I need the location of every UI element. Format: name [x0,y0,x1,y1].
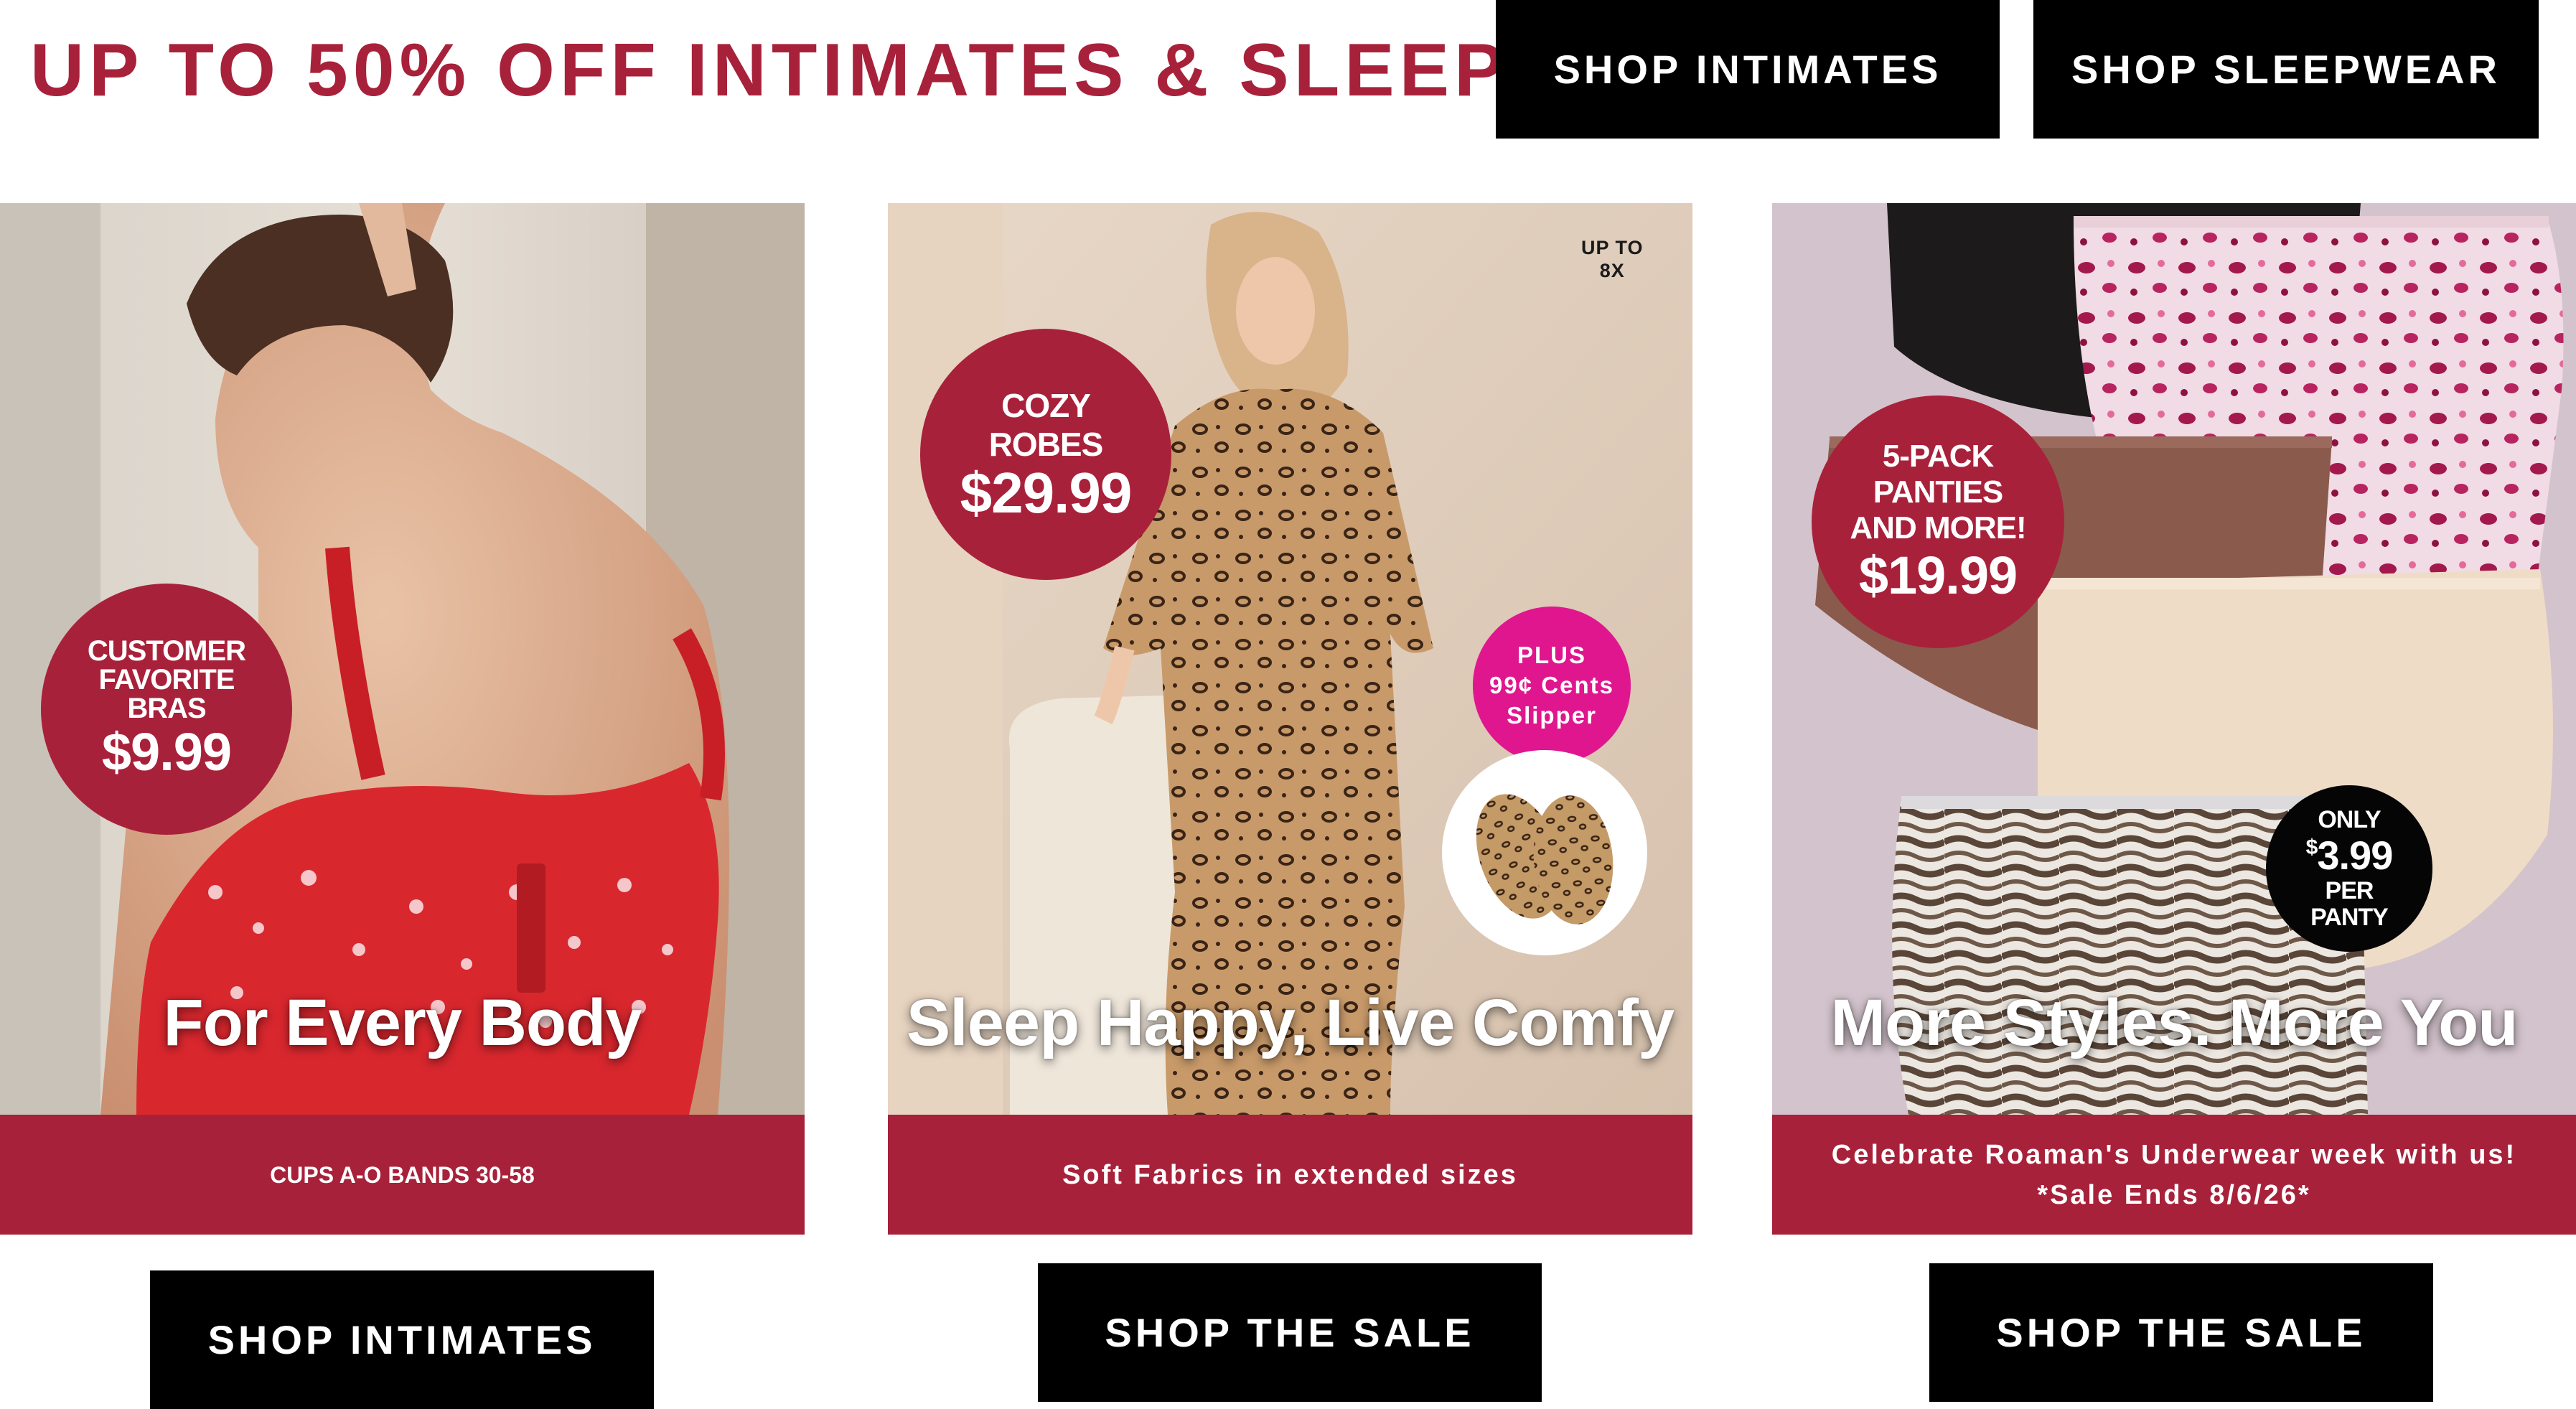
size-note-line: UP TO [1581,237,1644,258]
panel-caption: Soft Fabrics in extended sizes [888,1115,1692,1235]
slipper-image [1442,750,1647,955]
caption-line: Soft Fabrics in extended sizes [1062,1159,1518,1190]
badge-line: 5-PACK [1882,439,1995,474]
badge-price: $9.99 [101,722,232,782]
panel-caption: CUPS A-O BANDS 30-58 [0,1115,805,1235]
badge-line: FAVORITE [98,664,235,696]
shop-intimates-cta-button[interactable]: SHOP INTIMATES [150,1270,654,1409]
sale-headline: UP TO 50% OFF INTIMATES & SLEEP [30,29,1509,112]
size-note: UP TO 8X [1581,236,1644,282]
panel-title: More Styles. More You [1830,986,2518,1059]
badge-line: PANTY [2310,903,2389,931]
robes-promo-card[interactable]: UP TO 8X COZY ROBES $29.99 PLUS 99¢ Cent… [888,203,1692,1235]
badge-price: $29.99 [960,461,1133,525]
price-amount: 3.99 [2317,832,2393,878]
badge-line: PLUS [1517,642,1586,668]
panties-price-badge: 5-PACK PANTIES AND MORE! $19.99 [1812,395,2064,648]
caption-line: Celebrate Roaman's Underwear week with u… [1831,1139,2517,1170]
caption-line: *Sale Ends 8/6/26* [2037,1179,2311,1210]
size-note-line: 8X [1599,260,1625,281]
badge-line: PER [2325,876,2374,904]
caption-line: CUPS A-O BANDS 30-58 [270,1161,535,1188]
badge-price: $3.99 [2305,832,2394,878]
badge-line: AND MORE! [1850,510,2026,546]
robes-price-badge: COZY ROBES $29.99 [920,329,1171,580]
shop-intimates-button[interactable]: SHOP INTIMATES [1496,0,2000,139]
panties-product-photo [1772,203,2576,1115]
bras-price-badge: CUSTOMER FAVORITE BRAS $9.99 [41,584,292,835]
badge-line: PANTIES [1873,474,2003,510]
badge-price: $19.99 [1858,546,2018,605]
bras-promo-card[interactable]: CUSTOMER FAVORITE BRAS $9.99 For Every B… [0,203,805,1235]
badge-line: Slipper [1507,702,1597,729]
panel-title: Sleep Happy, Live Comfy [906,986,1675,1059]
badge-line: ONLY [2318,805,2381,833]
shop-the-sale-button[interactable]: SHOP THE SALE [1038,1263,1542,1402]
panel-title: For Every Body [163,986,642,1059]
panties-promo-card[interactable]: 5-PACK PANTIES AND MORE! $19.99 ONLY $3.… [1772,203,2576,1235]
shop-the-sale-button[interactable]: SHOP THE SALE [1929,1263,2433,1402]
badge-line: CUSTOMER [87,635,246,667]
per-panty-badge: ONLY $3.99 PER PANTY [2266,785,2432,952]
shop-sleepwear-button[interactable]: SHOP SLEEPWEAR [2033,0,2539,139]
badge-line: BRAS [127,693,206,724]
badge-line: COZY [1001,387,1091,424]
slipper-offer-badge: PLUS 99¢ Cents Slipper [1473,607,1631,764]
panel-caption: Celebrate Roaman's Underwear week with u… [1772,1115,2576,1235]
currency-symbol: $ [2305,835,2318,859]
promo-page: UP TO 50% OFF INTIMATES & SLEEP SHOP INT… [0,0,2576,1409]
badge-line: 99¢ Cents [1489,672,1614,698]
badge-line: ROBES [988,426,1104,463]
